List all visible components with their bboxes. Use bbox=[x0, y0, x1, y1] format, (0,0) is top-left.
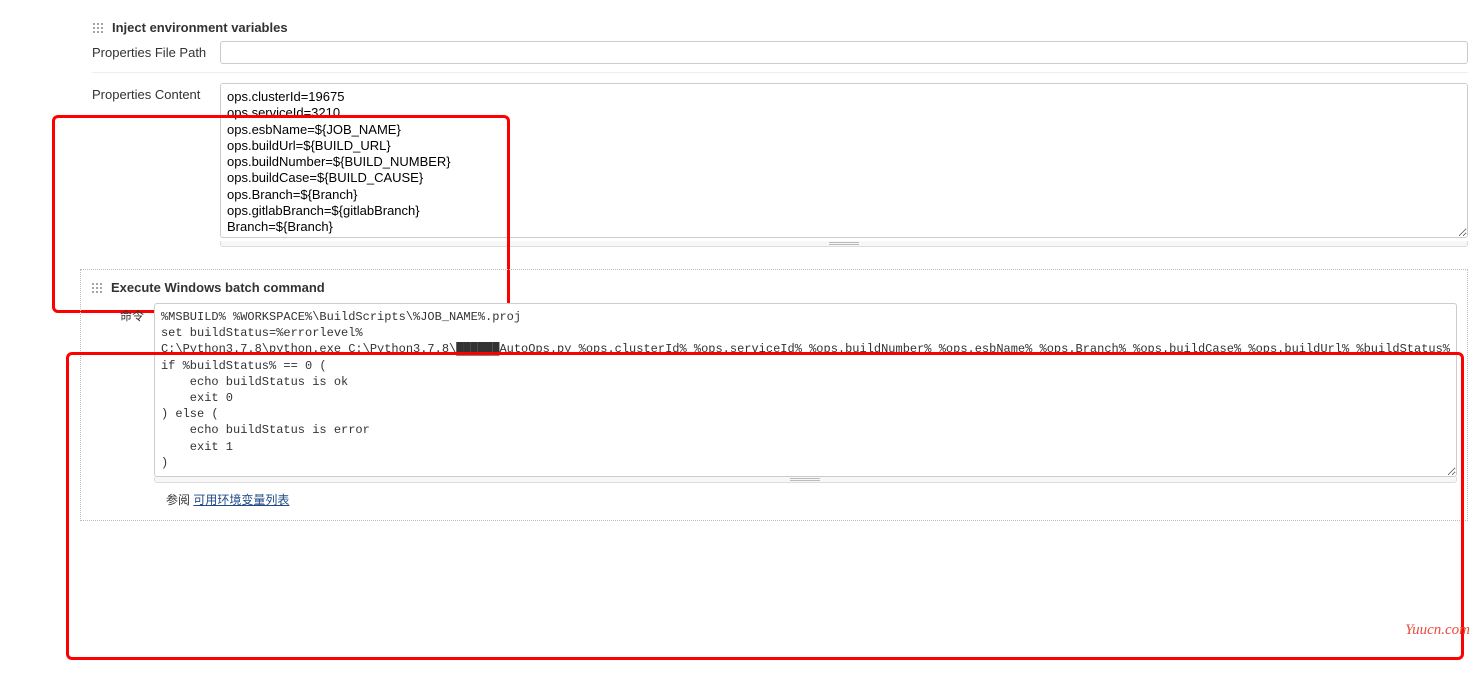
resize-handle-icon[interactable] bbox=[220, 241, 1468, 247]
drag-handle-icon[interactable] bbox=[92, 22, 104, 34]
batch-command-label: 命令 bbox=[91, 303, 154, 324]
batch-title: Execute Windows batch command bbox=[111, 280, 325, 295]
inject-env-header[interactable]: Inject environment variables bbox=[92, 16, 1468, 39]
reference-row: 参阅 可用环境变量列表 bbox=[166, 491, 1457, 508]
inject-env-title: Inject environment variables bbox=[112, 20, 288, 35]
drag-handle-icon[interactable] bbox=[91, 282, 103, 294]
file-path-input[interactable] bbox=[220, 41, 1468, 64]
file-path-label: Properties File Path bbox=[92, 41, 220, 60]
properties-content-label: Properties Content bbox=[92, 83, 220, 102]
env-vars-link[interactable]: 可用环境变量列表 bbox=[193, 493, 289, 507]
inject-env-section: Inject environment variables Properties … bbox=[92, 16, 1468, 247]
batch-command-row: 命令 %MSBUILD% %WORKSPACE%\BuildScripts\%J… bbox=[91, 303, 1457, 483]
properties-content-textarea[interactable] bbox=[220, 83, 1468, 238]
resize-handle-icon[interactable] bbox=[154, 477, 1457, 483]
file-path-row: Properties File Path bbox=[92, 41, 1468, 64]
batch-command-section: Execute Windows batch command 命令 %MSBUIL… bbox=[80, 269, 1468, 521]
properties-content-row: Properties Content bbox=[92, 83, 1468, 247]
batch-command-textarea[interactable]: %MSBUILD% %WORKSPACE%\BuildScripts\%JOB_… bbox=[154, 303, 1457, 477]
batch-header[interactable]: Execute Windows batch command bbox=[91, 276, 1457, 299]
reference-text: 参阅 bbox=[166, 493, 193, 507]
watermark: Yuucn.com bbox=[1405, 622, 1470, 639]
